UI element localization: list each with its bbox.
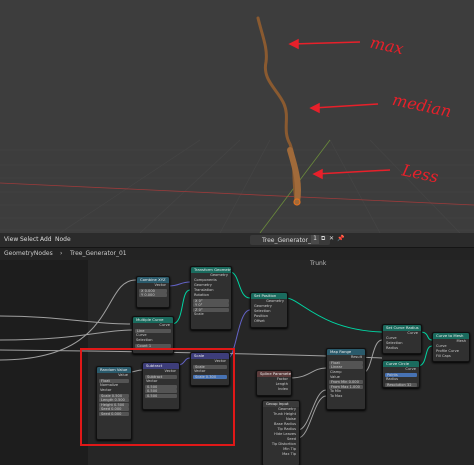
tree-trunk xyxy=(256,16,298,202)
highlight-box xyxy=(80,348,235,446)
node-map-range[interactable]: Map Range Result Float Linear Clamp Valu… xyxy=(326,348,366,410)
copy-icon[interactable]: ⧉ xyxy=(321,235,325,243)
breadcrumb: GeometryNodes › Tree_Generator_01 xyxy=(0,248,474,260)
fake-user-count[interactable]: 1 xyxy=(311,235,319,244)
menu-add[interactable]: Add xyxy=(40,236,52,243)
node-dropdown[interactable]: Linear xyxy=(329,365,363,369)
node-field[interactable]: Y 0° xyxy=(193,303,229,307)
menu-node[interactable]: Node xyxy=(55,236,71,243)
node-field[interactable]: Resolution 32 xyxy=(385,382,417,387)
node-field[interactable]: X 0.000 xyxy=(139,288,167,293)
node-curve-circle[interactable]: Curve Circle Curve Points Radius Resolut… xyxy=(382,360,420,388)
modifier-crumb[interactable]: GeometryNodes xyxy=(4,250,53,257)
node-set-curve-radius[interactable]: Set Curve Radius Curve Curve Selection R… xyxy=(382,324,422,354)
node-group-input[interactable]: Group Input Geometry Trunk Height Noise … xyxy=(262,400,300,465)
node-set-position[interactable]: Set Position Geometry Geometry Selection… xyxy=(250,292,288,328)
viewport-grid xyxy=(0,16,474,233)
node-field[interactable]: Count 1 xyxy=(135,343,171,348)
node-row: Offset xyxy=(254,319,265,323)
pin-icon[interactable]: 📌 xyxy=(337,235,344,242)
menu-select[interactable]: Select xyxy=(20,236,39,243)
node-row: Rotation xyxy=(194,293,210,297)
node-row: To Max xyxy=(330,394,343,398)
node-row: Selection xyxy=(136,338,153,342)
node-editor-header: View Select Add Node Tree_Generator_01 1… xyxy=(0,233,474,248)
node-editor-canvas[interactable]: Trunk Combine XYZ Vector X 0.000 Y 0.000… xyxy=(0,260,474,465)
3d-viewport[interactable]: max median Less xyxy=(0,0,474,233)
node-output: Curve xyxy=(159,323,170,327)
node-field[interactable]: Z 0° xyxy=(193,307,229,312)
node-transform-geometry[interactable]: Transform Geometry Geometry Components G… xyxy=(190,266,232,330)
node-field[interactable]: From Min 0.000 xyxy=(329,380,363,384)
menu-view[interactable]: View xyxy=(4,236,18,243)
node-field[interactable]: Y 0.000 xyxy=(139,293,167,297)
node-field[interactable]: From Max 1.000 xyxy=(329,384,363,389)
node-row: Fill Caps xyxy=(436,354,451,358)
tree-crumb[interactable]: Tree_Generator_01 xyxy=(70,250,127,257)
chevron-right-icon: › xyxy=(60,250,63,257)
node-combine-xyz[interactable]: Combine XYZ Vector X 0.000 Y 0.000 xyxy=(136,276,170,308)
node-output: Max Tip xyxy=(282,452,296,456)
node-output: Curve xyxy=(405,367,416,371)
node-row: Value xyxy=(330,374,340,379)
node-output: Vector xyxy=(154,283,166,287)
node-dropdown[interactable]: Float xyxy=(329,360,363,365)
close-icon[interactable]: ✕ xyxy=(329,235,334,242)
node-row: Scale xyxy=(194,312,204,316)
node-row: Radius xyxy=(386,346,399,350)
node-row: Radius xyxy=(386,377,399,381)
node-output: Result xyxy=(350,355,362,359)
node-curve-to-mesh[interactable]: Curve to Mesh Mesh Curve Profile Curve F… xyxy=(432,332,470,362)
annotation-arrows xyxy=(288,38,391,180)
node-toggle[interactable]: Points xyxy=(385,372,417,377)
node-dropdown[interactable]: Line xyxy=(135,328,171,333)
node-output: Index xyxy=(278,387,288,391)
node-spline-parameter[interactable]: Spline Parameter Factor Length Index xyxy=(256,370,292,396)
node-field[interactable]: X 0° xyxy=(193,298,229,303)
